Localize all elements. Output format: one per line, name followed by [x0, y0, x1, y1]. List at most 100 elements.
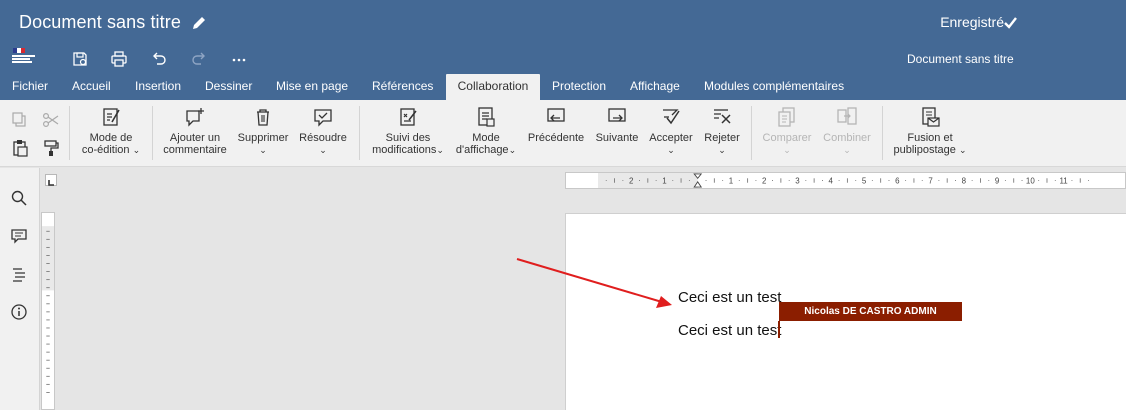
- horizontal-ruler[interactable]: 2 1 1 2 3 4 5 6 7 8 9 10 11: [565, 172, 1126, 189]
- previous-change-icon: [547, 108, 565, 122]
- ruler-label: 5: [862, 177, 867, 186]
- save-icon[interactable]: [71, 50, 89, 68]
- resolve-label: Résoudre: [299, 132, 347, 144]
- chevron-down-icon: ⌄: [132, 145, 141, 155]
- separator: [751, 106, 752, 160]
- mail-merge-icon: [922, 107, 940, 127]
- ruler-label: 10: [1026, 177, 1035, 186]
- tab-accueil[interactable]: Accueil: [72, 74, 111, 100]
- chevron-down-icon: ⌄: [843, 145, 851, 155]
- tab-fichier[interactable]: Fichier: [12, 74, 48, 100]
- mail-merge-button[interactable]: Fusion et publipostage ⌄: [890, 106, 970, 156]
- display-mode-label-2: d'affichage: [455, 144, 509, 156]
- document-name-label: Document sans titre: [907, 52, 1014, 66]
- separator: [152, 106, 153, 160]
- ribbon-toolbar: Mode de co-édition ⌄ Ajouter un commenta…: [0, 100, 1126, 167]
- combine-label: Combiner: [823, 132, 871, 144]
- republique-logo: [12, 48, 35, 63]
- display-mode-button[interactable]: Mode d'affichage⌄: [452, 106, 520, 156]
- reject-icon: [714, 109, 731, 124]
- menu-tabs: Fichier Accueil Insertion Dessiner Mise …: [0, 74, 1126, 100]
- pencil-icon[interactable]: [190, 14, 208, 32]
- tab-protection[interactable]: Protection: [552, 74, 606, 100]
- accept-button[interactable]: Accepter ⌄: [646, 106, 696, 156]
- combine-icon: [837, 107, 857, 125]
- trash-icon: [257, 109, 269, 126]
- more-icon[interactable]: [230, 50, 248, 68]
- collaborator-tag: Nicolas DE CASTRO ADMIN: [779, 302, 962, 321]
- navigation-icon[interactable]: [10, 265, 28, 283]
- next-change-icon: [608, 108, 626, 122]
- coedit-label-1: Mode de: [89, 132, 133, 144]
- check-icon: [1004, 17, 1017, 29]
- ruler-label: 9: [995, 177, 1000, 186]
- resolve-button[interactable]: Résoudre ⌄: [296, 106, 350, 156]
- coedit-mode-button[interactable]: Mode de co-édition ⌄: [80, 106, 142, 156]
- cut-icon[interactable]: [42, 111, 60, 129]
- tab-stop-selector[interactable]: [45, 174, 57, 186]
- coedit-icon: [103, 108, 120, 126]
- chevron-down-icon: ⌄: [508, 145, 517, 155]
- add-comment-button[interactable]: Ajouter un commentaire: [160, 106, 230, 156]
- document-title[interactable]: Document sans titre: [19, 12, 181, 33]
- accept-icon: [663, 109, 680, 125]
- track-changes-button[interactable]: Suivi des modifications⌄: [368, 106, 448, 156]
- compare-button[interactable]: Comparer ⌄: [758, 106, 816, 156]
- ruler-label: 6: [895, 177, 900, 186]
- add-comment-icon: [186, 108, 204, 127]
- left-sidebar: [0, 168, 40, 410]
- add-comment-label-2: commentaire: [163, 144, 227, 156]
- ruler-label: 4: [829, 177, 834, 186]
- tab-affichage[interactable]: Affichage: [630, 74, 680, 100]
- separator: [882, 106, 883, 160]
- chevron-down-icon: ⌄: [667, 145, 675, 155]
- tab-mise-en-page[interactable]: Mise en page: [276, 74, 348, 100]
- quick-access-bar: Document sans titre: [0, 46, 1126, 74]
- ruler-label: 3: [795, 177, 800, 186]
- document-paragraph-1[interactable]: Ceci est un test: [678, 289, 781, 306]
- left-tab-icon: [48, 180, 54, 186]
- mailmerge-label-2: publipostage: [893, 144, 956, 156]
- next-label: Suivante: [595, 132, 639, 144]
- mailmerge-label-1: Fusion et: [907, 132, 953, 144]
- format-painter-icon[interactable]: [42, 139, 60, 157]
- delete-comment-button[interactable]: Supprimer ⌄: [235, 106, 291, 156]
- tab-dessiner[interactable]: Dessiner: [205, 74, 252, 100]
- tab-modules[interactable]: Modules complémentaires: [704, 74, 844, 100]
- combine-button[interactable]: Combiner ⌄: [820, 106, 874, 156]
- ruler-label: 8: [962, 177, 967, 186]
- next-change-button[interactable]: Suivante: [592, 106, 642, 144]
- reject-button[interactable]: Rejeter ⌄: [700, 106, 744, 156]
- search-icon[interactable]: [10, 189, 28, 207]
- tab-references[interactable]: Références: [372, 74, 433, 100]
- add-comment-label-1: Ajouter un: [169, 132, 221, 144]
- title-bar: Document sans titre Enregistré: [0, 0, 1126, 46]
- track-label-1: Suivi des: [385, 132, 431, 144]
- display-mode-label-1: Mode: [472, 132, 500, 144]
- comments-icon[interactable]: [10, 227, 28, 245]
- undo-icon[interactable]: [150, 50, 168, 68]
- tab-insertion[interactable]: Insertion: [135, 74, 181, 100]
- copy-icon[interactable]: [11, 111, 29, 129]
- redo-icon[interactable]: [190, 50, 208, 68]
- previous-label: Précédente: [527, 132, 585, 144]
- paste-icon[interactable]: [11, 139, 29, 157]
- print-icon[interactable]: [110, 50, 128, 68]
- document-paragraph-2[interactable]: Ceci est un test: [678, 322, 781, 339]
- chevron-down-icon: ⌄: [718, 145, 726, 155]
- ruler-label: 7: [928, 177, 933, 186]
- ruler-label: 1: [729, 177, 734, 186]
- track-label-2: modifications: [372, 144, 437, 156]
- info-icon[interactable]: [10, 303, 28, 321]
- tab-collaboration[interactable]: Collaboration: [446, 74, 540, 100]
- coedit-label-2: co-édition: [81, 144, 130, 156]
- delete-label: Supprimer: [237, 132, 289, 144]
- ruler-label: 1: [662, 177, 667, 186]
- previous-change-button[interactable]: Précédente: [526, 106, 586, 144]
- vertical-ruler[interactable]: [41, 212, 55, 410]
- chevron-down-icon: ⌄: [958, 145, 967, 155]
- chevron-down-icon: ⌄: [436, 145, 444, 155]
- track-changes-icon: [400, 108, 417, 126]
- editor-window: Document sans titre Enregistré Document …: [0, 0, 1126, 410]
- chevron-down-icon: ⌄: [259, 145, 267, 155]
